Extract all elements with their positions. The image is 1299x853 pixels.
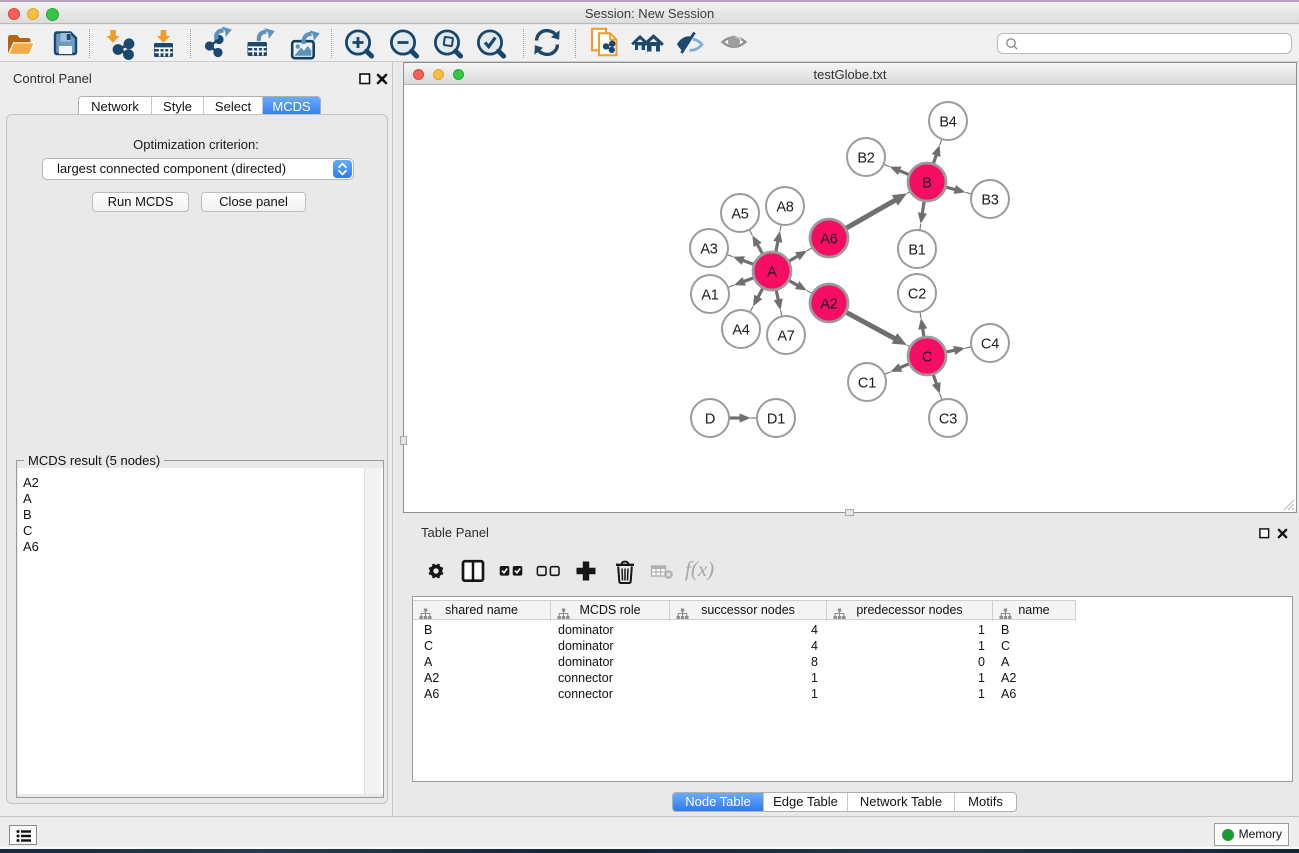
svg-text:C3: C3 (939, 412, 957, 428)
svg-text:B3: B3 (981, 193, 998, 209)
svg-text:A: A (767, 265, 777, 281)
svg-text:A8: A8 (776, 200, 793, 216)
svg-text:A3: A3 (700, 242, 717, 258)
svg-text:C2: C2 (908, 287, 926, 303)
svg-text:B: B (922, 176, 931, 192)
svg-text:D: D (705, 412, 715, 428)
svg-text:B1: B1 (908, 243, 925, 259)
svg-text:B2: B2 (857, 151, 874, 167)
svg-text:A2: A2 (820, 297, 837, 313)
svg-text:A5: A5 (731, 207, 748, 223)
svg-text:A7: A7 (777, 329, 794, 345)
svg-text:A4: A4 (732, 323, 749, 339)
svg-text:A1: A1 (701, 288, 718, 304)
svg-text:C: C (922, 350, 932, 366)
svg-text:D1: D1 (767, 412, 785, 428)
svg-text:A6: A6 (820, 232, 837, 248)
svg-text:B4: B4 (939, 115, 956, 131)
svg-text:C4: C4 (981, 337, 999, 353)
svg-text:C1: C1 (858, 376, 876, 392)
